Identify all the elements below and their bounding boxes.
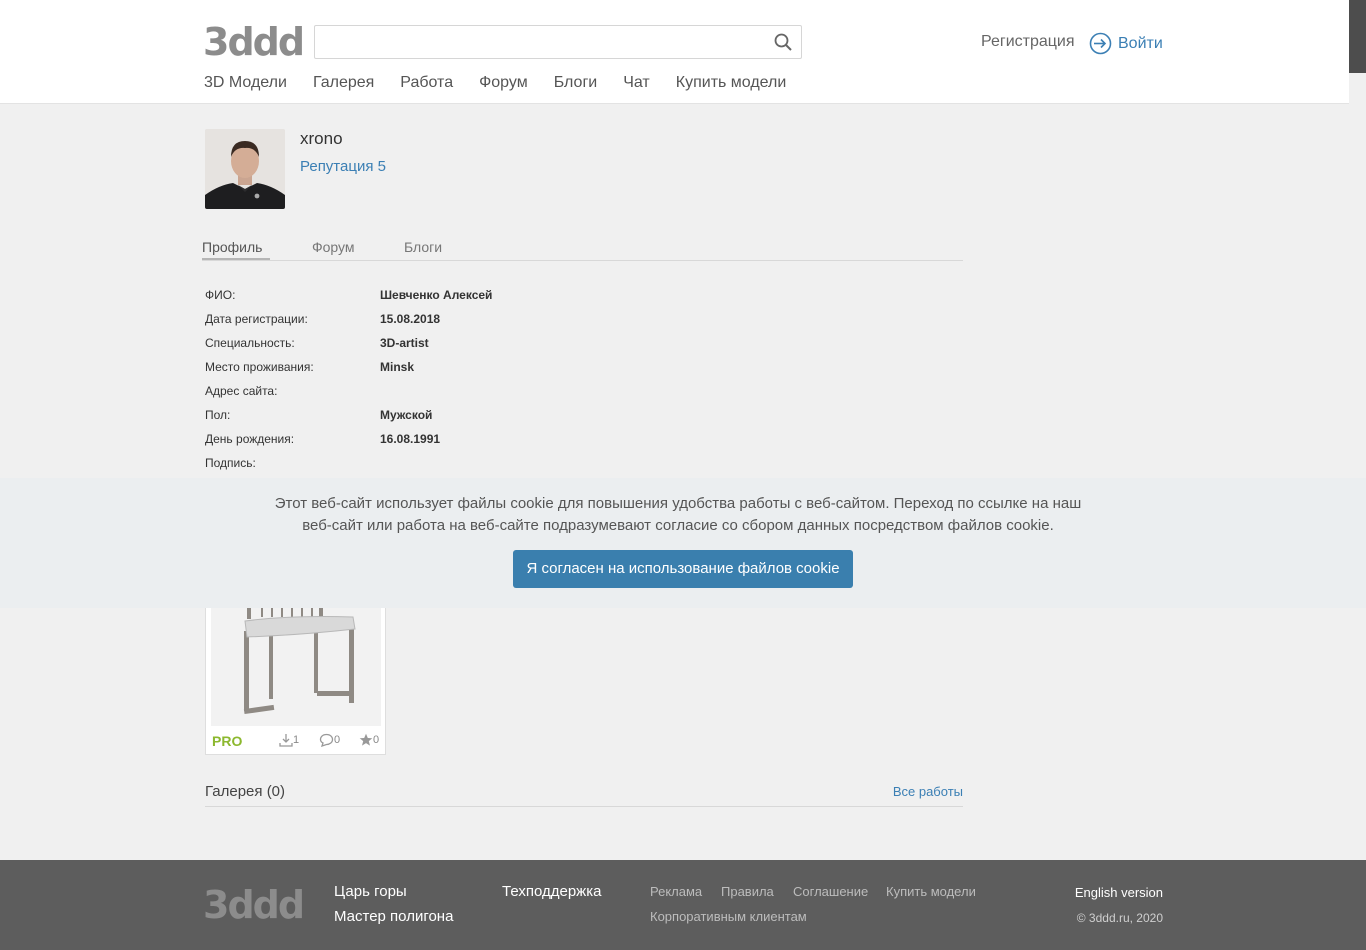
active-tab-indicator [202, 258, 270, 260]
gallery-section-header: Галерея (0) Все работы [205, 783, 963, 807]
accept-cookies-button[interactable]: Я согласен на использование файлов cooki… [513, 550, 853, 588]
info-label: ФИО: [205, 288, 236, 302]
avatar[interactable] [205, 129, 285, 209]
search-icon[interactable] [774, 33, 792, 51]
search-input[interactable] [323, 26, 767, 60]
footer-link-agreement[interactable]: Соглашение [793, 884, 868, 899]
nav-buy-models[interactable]: Купить модели [676, 72, 787, 94]
nav-jobs[interactable]: Работа [400, 72, 453, 94]
comment-icon [319, 733, 334, 747]
info-value: 3D-artist [380, 336, 429, 350]
nav-forum[interactable]: Форум [479, 72, 528, 94]
avatar-image [205, 129, 285, 209]
downloads-count: 1 [293, 734, 300, 746]
info-label: Адрес сайта: [205, 384, 278, 398]
info-label: Дата регистрации: [205, 312, 308, 326]
footer-logo[interactable]: 3ddd [203, 883, 305, 927]
footer-link-rules[interactable]: Правила [721, 884, 774, 899]
nav-3d-models[interactable]: 3D Модели [204, 72, 287, 94]
footer-link-polygon-master[interactable]: Мастер полигона [334, 908, 453, 925]
login-icon [1089, 32, 1112, 55]
cookie-banner: Этот веб-сайт использует файлы cookie дл… [0, 478, 1366, 608]
info-value: 16.08.1991 [380, 432, 441, 446]
info-label: Специальность: [205, 336, 295, 350]
info-value: Шевченко Алексей [380, 288, 493, 302]
register-link[interactable]: Регистрация [981, 33, 1075, 51]
downloads-stat: 1 [279, 733, 299, 747]
login-link[interactable]: Войти [1089, 32, 1163, 55]
scrollbar-track[interactable] [1349, 0, 1366, 950]
site-logo[interactable]: 3ddd [203, 20, 305, 64]
download-icon [279, 734, 293, 747]
site-header: 3ddd 3D Модели Галерея Работа Форум Блог… [0, 0, 1349, 104]
copyright: © 3ddd.ru, 2020 [1076, 911, 1163, 925]
info-value: Minsk [380, 360, 415, 374]
info-label: День рождения: [205, 432, 295, 446]
english-version-link[interactable]: English version [1075, 885, 1163, 900]
info-label: Пол: [205, 408, 231, 422]
nav-chat[interactable]: Чат [623, 72, 650, 94]
footer-link-corporate[interactable]: Корпоративным клиентам [650, 909, 807, 924]
tab-forum[interactable]: Форум [312, 238, 355, 256]
favorites-count: 0 [373, 734, 380, 746]
comments-count: 0 [334, 734, 341, 746]
info-label: Место проживания: [205, 360, 314, 374]
footer-link-support[interactable]: Техподдержка [502, 883, 601, 900]
comments-stat: 0 [319, 733, 340, 747]
profile-reputation[interactable]: Репутация 5 [300, 158, 386, 175]
site-footer: 3ddd Царь горы Мастер полигона Техподдер… [0, 860, 1366, 950]
footer-link-buy-models[interactable]: Купить модели [886, 884, 976, 899]
info-value: 15.08.2018 [380, 312, 441, 326]
main-nav: 3D Модели Галерея Работа Форум Блоги Чат… [204, 72, 812, 94]
cookie-text: Этот веб-сайт использует файлы cookie дл… [274, 495, 1082, 534]
nav-blogs[interactable]: Блоги [554, 72, 598, 94]
info-value: Мужской [380, 408, 433, 422]
info-label: Подпись: [205, 456, 256, 470]
favorites-stat: 0 [359, 733, 379, 747]
gallery-title: Галерея (0) [205, 783, 286, 800]
tab-blogs[interactable]: Блоги [404, 238, 442, 256]
profile-tabs: Профиль Форум Блоги [202, 238, 963, 261]
login-label: Войти [1118, 34, 1163, 52]
profile-username: xrono [300, 129, 343, 148]
search-box[interactable] [314, 25, 802, 60]
scrollbar-thumb[interactable] [1349, 0, 1366, 73]
all-works-link[interactable]: Все работы [893, 784, 963, 799]
nav-gallery[interactable]: Галерея [313, 72, 374, 94]
pro-badge: PRO [212, 733, 243, 749]
footer-link-ads[interactable]: Реклама [650, 884, 702, 899]
star-icon [359, 733, 373, 746]
footer-link-king-of-hill[interactable]: Царь горы [334, 883, 407, 900]
tab-profile[interactable]: Профиль [202, 238, 262, 256]
